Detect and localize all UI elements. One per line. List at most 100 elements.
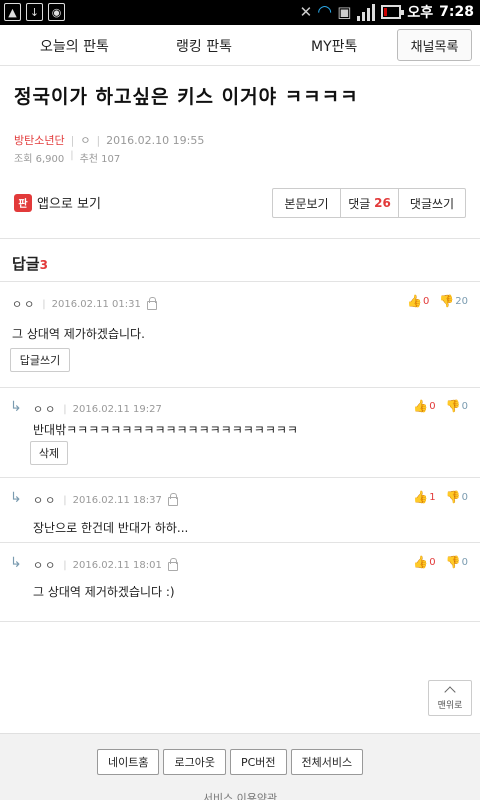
thumbs-down-icon: 👎 bbox=[445, 490, 461, 504]
top-nav: 오늘의 판톡 랭킹 판톡 MY판톡 채널목록 bbox=[0, 25, 480, 66]
nav-today[interactable]: 오늘의 판톡 bbox=[40, 36, 109, 56]
sim-icon: ▣ bbox=[337, 3, 352, 21]
comment-votes: 👍 1 👎 0 bbox=[413, 490, 468, 504]
view-body-button[interactable]: 본문보기 bbox=[273, 189, 341, 217]
system-icons: ✕ ◠ ▣ 오후 7:28 bbox=[300, 2, 474, 22]
upvote-count: 0 bbox=[422, 295, 430, 307]
comment-author: ㅇㅇ bbox=[33, 559, 58, 572]
comment-votes: 👍 0 👎 20 bbox=[407, 294, 468, 308]
status-bar: ▲ ↓ ◉ ✕ ◠ ▣ 오후 7:28 bbox=[0, 0, 480, 25]
terms-link[interactable]: 서비스 이용약관 bbox=[0, 790, 480, 800]
comment-votes: 👍 0 👎 0 bbox=[413, 399, 468, 413]
scroll-top-label: 맨위로 bbox=[437, 701, 463, 711]
upvote-button[interactable]: 👍 0 bbox=[407, 294, 429, 308]
all-services-button[interactable]: 전체서비스 bbox=[290, 749, 364, 775]
footer-buttons: 네이트홈 로그아웃 PC버전 전체서비스 bbox=[97, 749, 364, 775]
meta-separator: | bbox=[70, 133, 75, 147]
notification-icons: ▲ ↓ ◉ bbox=[4, 3, 65, 21]
downvote-button[interactable]: 👎 0 bbox=[446, 490, 468, 504]
meta-separator: | bbox=[63, 403, 67, 415]
nate-home-button[interactable]: 네이트홈 bbox=[97, 749, 160, 775]
pc-version-button[interactable]: PC버전 bbox=[229, 749, 287, 775]
upvote-count: 0 bbox=[429, 556, 436, 568]
comment-date: 2016.02.11 18:01 bbox=[72, 559, 162, 571]
comment-meta: ㅇㅇ | 2016.02.11 18:37 bbox=[33, 492, 178, 508]
downvote-button[interactable]: 👎 0 bbox=[446, 399, 468, 413]
download-icon: ↓ bbox=[26, 3, 43, 21]
comment-author: ㅇㅇ bbox=[12, 298, 37, 311]
footer: 네이트홈 로그아웃 PC버전 전체서비스 서비스 이용약관 bbox=[0, 733, 480, 800]
lock-icon bbox=[167, 493, 178, 506]
write-comment-button[interactable]: 댓글쓰기 bbox=[399, 189, 465, 217]
downvote-button[interactable]: 👎 0 bbox=[446, 555, 468, 569]
meta-separator: | bbox=[63, 559, 67, 571]
comment-date: 2016.02.11 18:37 bbox=[72, 494, 162, 506]
meta-separator: | bbox=[96, 133, 101, 147]
downvote-button[interactable]: 👎 20 bbox=[439, 294, 468, 308]
divider bbox=[0, 387, 480, 388]
comment-meta: ㅇㅇ | 2016.02.11 19:27 bbox=[33, 401, 162, 417]
app-view-link[interactable]: 판 앱으로 보기 bbox=[14, 193, 101, 212]
nav-my[interactable]: MY판톡 bbox=[311, 36, 357, 56]
board-link[interactable]: 방탄소년단 bbox=[14, 132, 65, 148]
battery-icon bbox=[381, 5, 405, 19]
thumbs-down-icon: 👎 bbox=[445, 555, 461, 569]
reply-arrow-icon: ↳ bbox=[10, 555, 22, 571]
reply-arrow-icon: ↳ bbox=[10, 490, 22, 506]
thumbs-up-icon: 👍 bbox=[406, 294, 422, 308]
comment-date: 2016.02.11 01:31 bbox=[51, 298, 141, 310]
thumbs-down-icon: 👎 bbox=[445, 399, 461, 413]
comment-text: 반대밖ㅋㅋㅋㅋㅋㅋㅋㅋㅋㅋㅋㅋㅋㅋㅋㅋㅋㅋㅋㅋㅋ bbox=[33, 423, 298, 437]
upvote-count: 1 bbox=[429, 491, 436, 503]
reply-write-button[interactable]: 답글쓰기 bbox=[10, 348, 70, 372]
thumbs-up-icon: 👍 bbox=[413, 399, 429, 413]
post-recommends: 추천 107 bbox=[79, 154, 121, 165]
status-ampm: 오후 bbox=[407, 5, 434, 21]
divider bbox=[0, 238, 480, 239]
comment-text: 그 상대역 제거하겠습니다 :) bbox=[33, 585, 175, 599]
thumbs-up-icon: 👍 bbox=[413, 490, 429, 504]
lock-icon bbox=[146, 297, 157, 310]
status-time: 7:28 bbox=[439, 4, 474, 20]
thumbs-up-icon: 👍 bbox=[413, 555, 429, 569]
comment-meta: ㅇㅇ | 2016.02.11 01:31 bbox=[12, 296, 157, 312]
comment-text: 장난으로 한건데 반대가 하하... bbox=[33, 521, 189, 535]
thumbs-down-icon: 👎 bbox=[439, 294, 455, 308]
post-stats: 조회 6,900 | 추천 107 bbox=[14, 150, 120, 165]
comment-author: ㅇㅇ bbox=[33, 494, 58, 507]
post-meta: 방탄소년단 | ㅇ | 2016.02.10 19:55 bbox=[14, 132, 204, 148]
delete-button[interactable]: 삭제 bbox=[30, 441, 68, 465]
comments-button[interactable]: 댓글 26 bbox=[341, 189, 399, 217]
scroll-top-button[interactable]: 맨위로 bbox=[428, 680, 472, 716]
upvote-button[interactable]: 👍 1 bbox=[413, 490, 435, 504]
divider bbox=[0, 477, 480, 478]
camera-icon: ◉ bbox=[48, 3, 65, 21]
chevron-up-icon bbox=[444, 686, 456, 698]
divider bbox=[0, 542, 480, 543]
pann-app-icon: 판 bbox=[14, 193, 32, 212]
app-view-label: 앱으로 보기 bbox=[37, 197, 101, 212]
logout-button[interactable]: 로그아웃 bbox=[163, 749, 226, 775]
meta-separator: | bbox=[63, 494, 67, 506]
comment-date: 2016.02.11 19:27 bbox=[72, 403, 162, 415]
meta-separator: | bbox=[42, 298, 46, 310]
comment-meta: ㅇㅇ | 2016.02.11 18:01 bbox=[33, 557, 178, 573]
upvote-button[interactable]: 👍 0 bbox=[413, 555, 435, 569]
channel-list-button[interactable]: 채널목록 bbox=[397, 29, 472, 61]
replies-title: 답글 bbox=[12, 255, 40, 273]
upvote-count: 0 bbox=[429, 400, 436, 412]
nav-ranking[interactable]: 랭킹 판톡 bbox=[176, 36, 232, 56]
comments-label: 댓글 bbox=[348, 196, 371, 211]
post-datetime: 2016.02.10 19:55 bbox=[106, 133, 205, 147]
upvote-button[interactable]: 👍 0 bbox=[413, 399, 435, 413]
downvote-count: 0 bbox=[461, 556, 468, 568]
post-views: 조회 6,900 bbox=[14, 154, 65, 165]
divider bbox=[0, 621, 480, 622]
mute-icon: ✕ bbox=[299, 3, 313, 21]
post-action-buttons: 본문보기 댓글 26 댓글쓰기 bbox=[272, 188, 466, 218]
divider bbox=[0, 281, 480, 282]
post-author: ㅇ bbox=[80, 134, 91, 147]
signal-icon bbox=[357, 3, 376, 21]
meta-separator: | bbox=[70, 150, 74, 161]
downvote-count: 0 bbox=[461, 491, 468, 503]
